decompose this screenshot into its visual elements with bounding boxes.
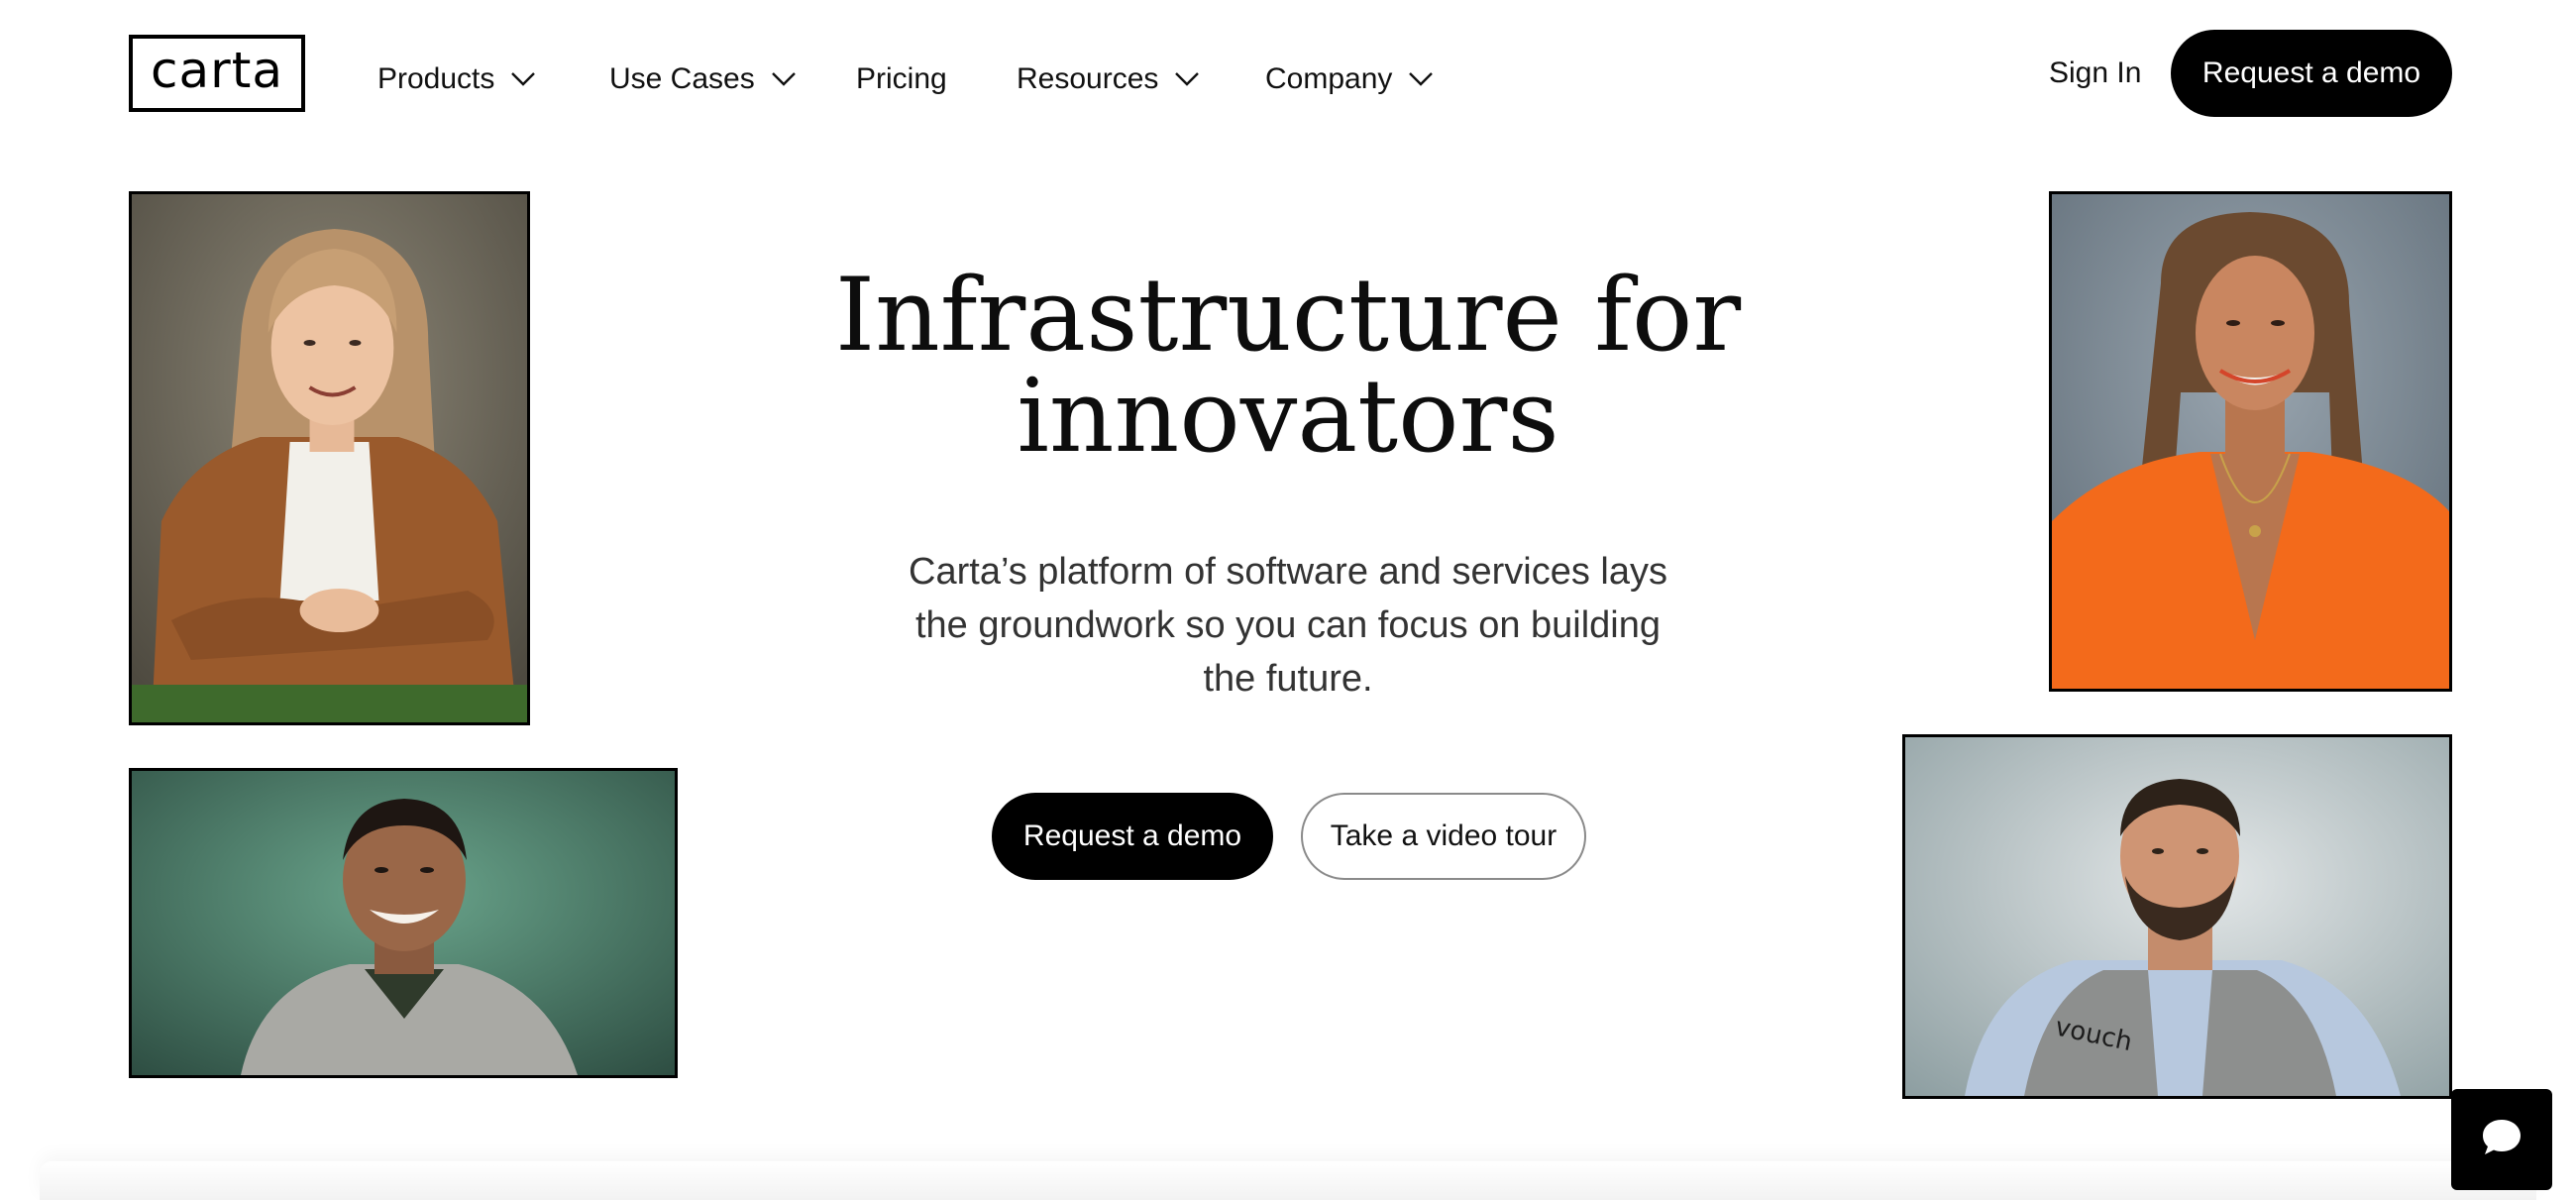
nav-item-products[interactable]: Products bbox=[377, 57, 536, 101]
chevron-down-icon bbox=[510, 71, 536, 87]
portrait-man-fleece-vest: vouch bbox=[1902, 734, 2452, 1099]
hero-subtitle: Carta’s platform of software and service… bbox=[872, 545, 1704, 706]
hero-subtitle-line-3: the future. bbox=[1203, 658, 1373, 700]
next-section-edge bbox=[40, 1161, 2536, 1200]
chat-bubble-icon bbox=[2481, 1118, 2522, 1162]
nav-item-resources[interactable]: Resources bbox=[1017, 57, 1200, 101]
nav-label: Pricing bbox=[856, 62, 947, 95]
nav-label: Products bbox=[377, 62, 495, 95]
nav-item-use-cases[interactable]: Use Cases bbox=[609, 57, 797, 101]
hero-subtitle-line-2: the groundwork so you can focus on build… bbox=[914, 604, 1662, 646]
hero-subtitle-line-1: Carta’s platform of software and service… bbox=[909, 551, 1667, 593]
video-tour-button[interactable]: Take a video tour bbox=[1301, 793, 1586, 880]
nav-label: Use Cases bbox=[609, 62, 755, 95]
portrait-man-smiling-green-backdrop bbox=[129, 768, 678, 1078]
carta-logo[interactable]: carta bbox=[129, 35, 305, 112]
chevron-down-icon bbox=[1174, 71, 1200, 87]
portrait-woman-brown-blazer bbox=[129, 191, 530, 725]
nav-item-pricing[interactable]: Pricing bbox=[856, 57, 947, 101]
chevron-down-icon bbox=[1408, 71, 1434, 87]
nav-label: Resources bbox=[1017, 62, 1159, 95]
chevron-down-icon bbox=[771, 71, 797, 87]
nav-label: Company bbox=[1265, 62, 1393, 95]
nav-item-company[interactable]: Company bbox=[1265, 57, 1434, 101]
site-header: carta Products Use Cases Pricing Resourc… bbox=[0, 0, 2576, 149]
hero-title-line-2: innovators bbox=[1017, 358, 1559, 476]
logo-text: carta bbox=[151, 42, 283, 99]
chat-launcher-button[interactable] bbox=[2451, 1089, 2552, 1190]
hero-request-demo-button[interactable]: Request a demo bbox=[992, 793, 1273, 880]
sign-in-link[interactable]: Sign In bbox=[2049, 52, 2141, 95]
portrait-woman-orange-top bbox=[2049, 191, 2452, 692]
request-demo-button[interactable]: Request a demo bbox=[2171, 30, 2452, 117]
hero-title: Infrastructure for innovators bbox=[793, 266, 1783, 468]
